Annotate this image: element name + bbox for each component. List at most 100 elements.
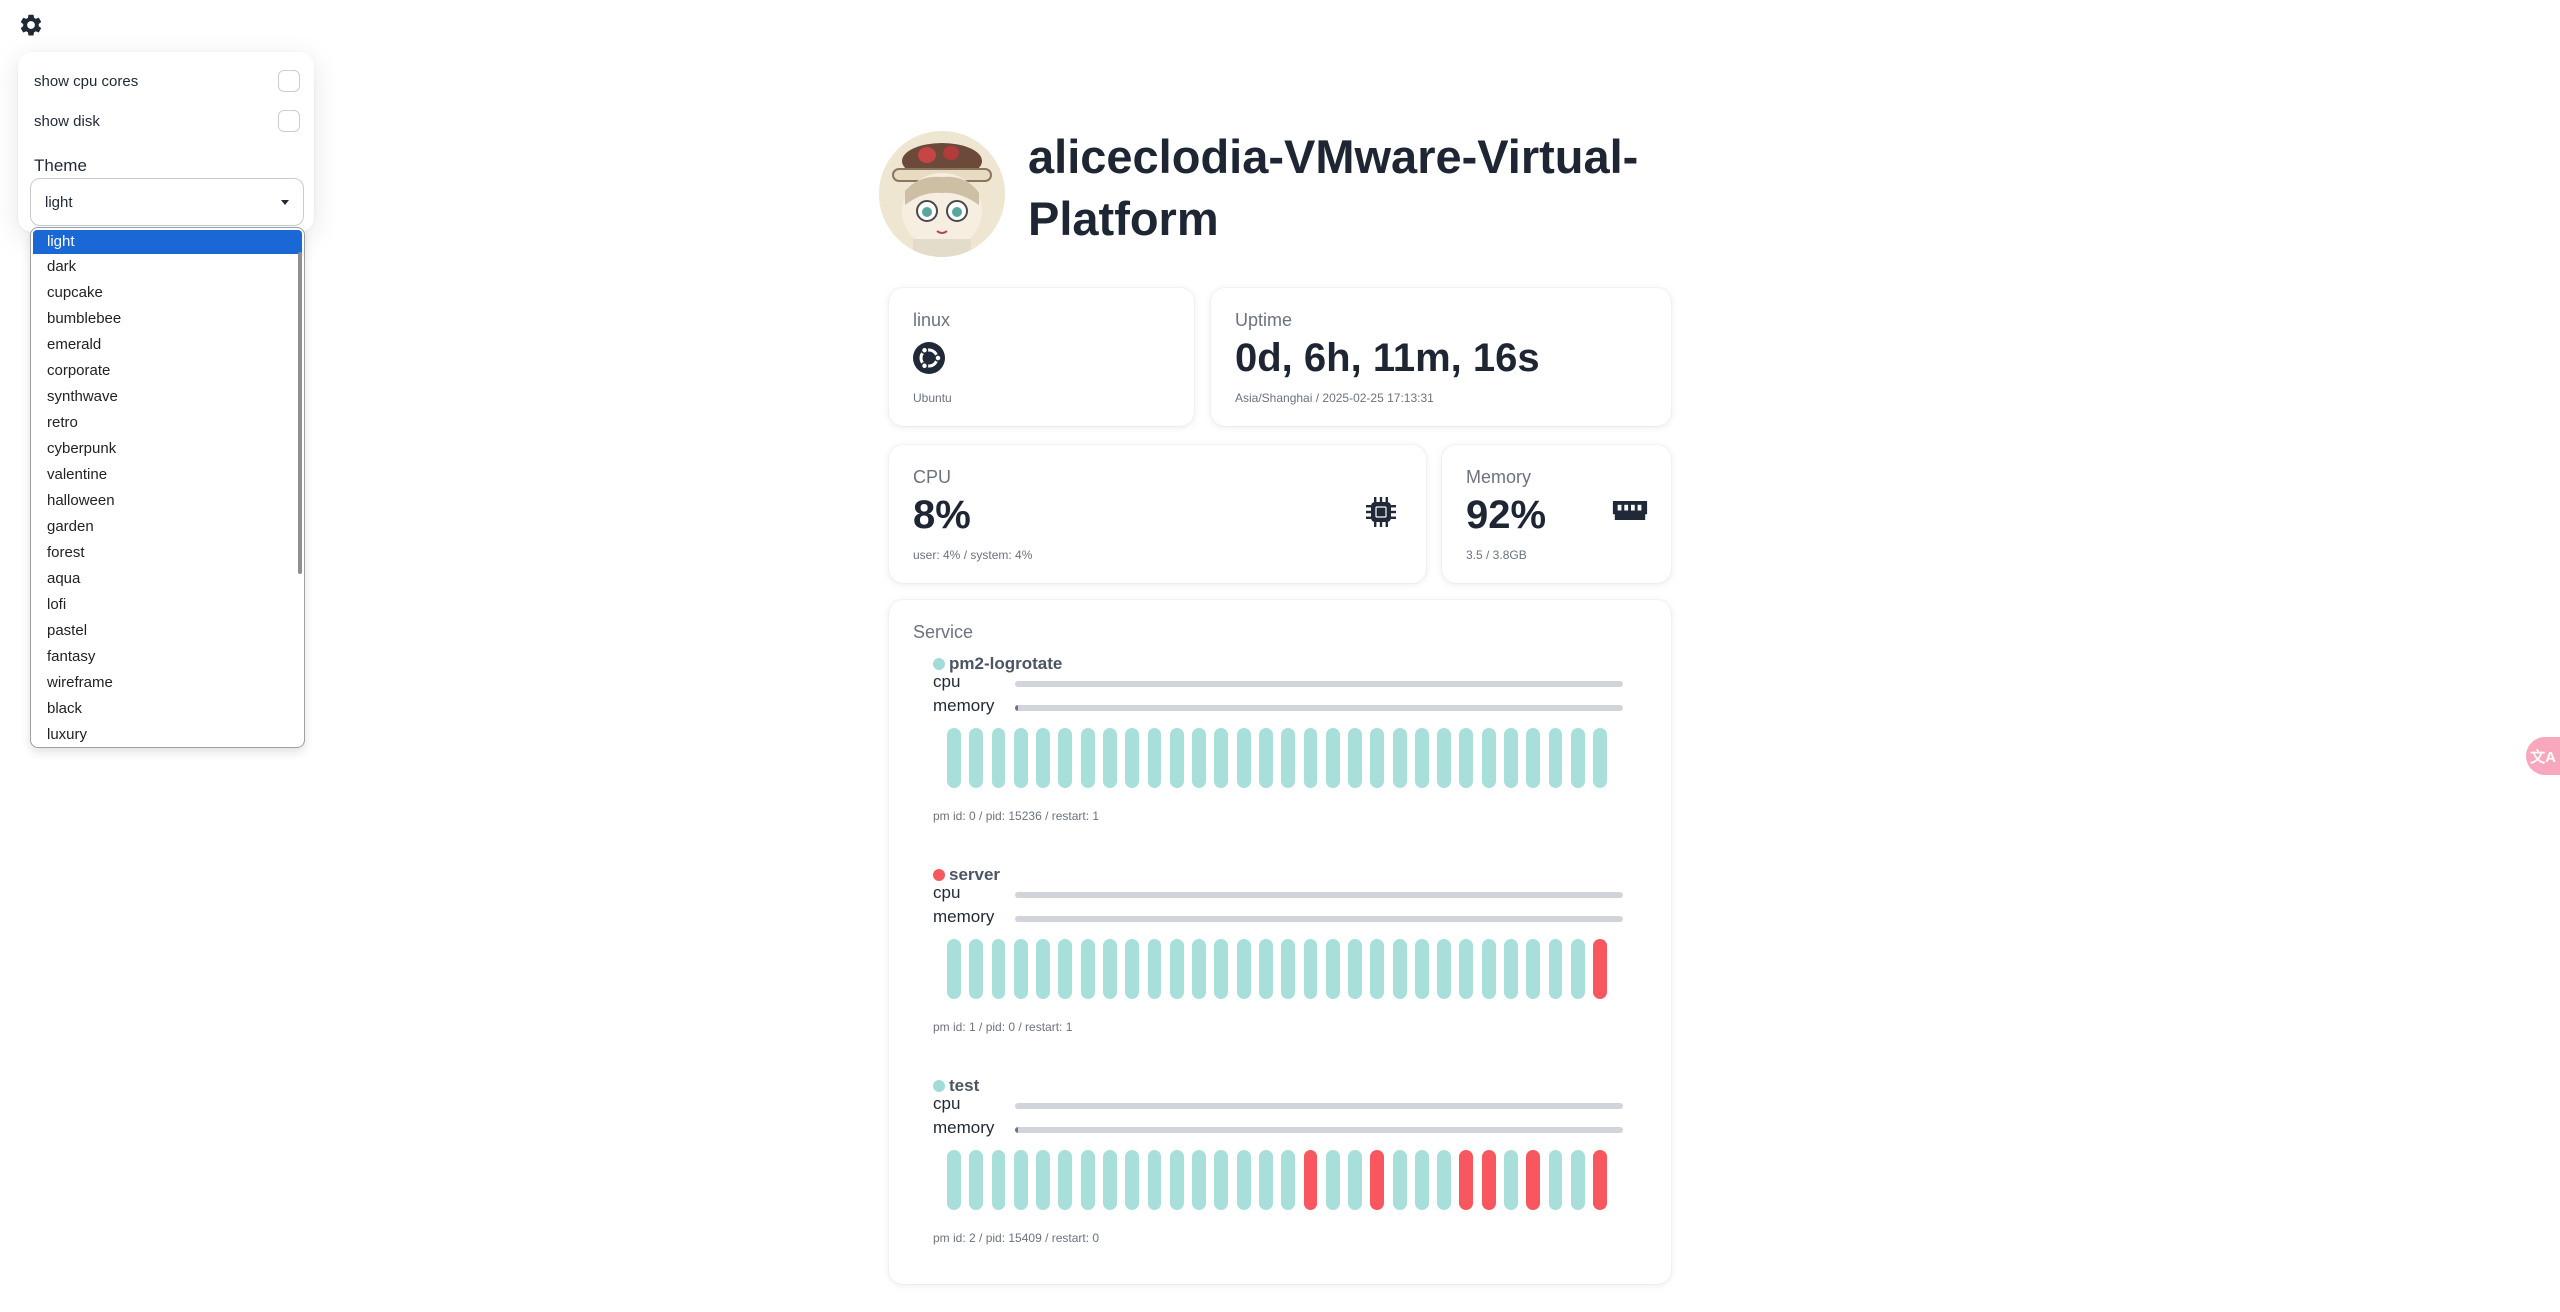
history-bar-up	[1236, 1150, 1251, 1210]
theme-option[interactable]: pastel	[31, 618, 304, 644]
cpu-value: 8%	[913, 493, 971, 537]
memory-usage-bar	[1015, 1127, 1623, 1133]
history-bar-up	[1102, 1150, 1117, 1210]
history-bar-up	[1169, 728, 1184, 788]
history-bar-up	[1080, 939, 1095, 999]
service-item: test cpu memory pm id: 2 / pid: 15409 / res…	[933, 1076, 1623, 1251]
settings-gear-button[interactable]	[18, 12, 44, 38]
service-name: test	[949, 1076, 980, 1095]
memory-usage-fill	[1015, 1127, 1019, 1133]
history-bar-up	[1481, 728, 1496, 788]
show-cpu-cores-checkbox[interactable]	[278, 70, 300, 92]
history-bar-up	[1325, 1150, 1340, 1210]
theme-option[interactable]: cupcake	[31, 280, 304, 306]
history-bar-up	[1236, 728, 1251, 788]
history-bar-up	[1414, 939, 1429, 999]
history-bar-up	[1437, 939, 1452, 999]
history-bar-up	[1080, 1150, 1095, 1210]
show-cpu-cores-row[interactable]: show cpu cores	[34, 68, 300, 94]
theme-option[interactable]: fantasy	[31, 644, 304, 670]
memory-card: Memory 92% 3.5 / 3.8GB	[1442, 445, 1671, 583]
history-bar-up	[1147, 728, 1162, 788]
history-bar-up	[1258, 1150, 1273, 1210]
history-bar-up	[1392, 1150, 1407, 1210]
history-bar-up	[1058, 939, 1073, 999]
uptime-value: 0d, 6h, 11m, 16s	[1235, 336, 1540, 380]
memory-label: Memory	[1466, 467, 1532, 487]
dropdown-scrollbar[interactable]	[298, 252, 302, 574]
show-disk-row[interactable]: show disk	[34, 108, 300, 134]
caret-down-icon	[281, 200, 289, 205]
history-bar-up	[1214, 939, 1229, 999]
cpu-usage-bar	[1015, 681, 1623, 687]
history-bar-up	[1548, 728, 1563, 788]
theme-select[interactable]: light	[30, 178, 304, 226]
service-card: Service pm2-logrotate cpu memory pm id: 0 /…	[889, 600, 1671, 1284]
cpu-metric-label: cpu	[933, 883, 961, 902]
theme-option[interactable]: luxury	[31, 722, 304, 747]
show-disk-checkbox[interactable]	[278, 110, 300, 132]
theme-dropdown-list[interactable]: light dark cupcake bumblebee emerald corporat…	[30, 227, 305, 748]
history-bar-up	[1437, 1150, 1452, 1210]
translate-button[interactable]: 文A	[2526, 737, 2560, 775]
theme-option[interactable]: halloween	[31, 488, 304, 514]
theme-option[interactable]: light	[33, 230, 302, 254]
theme-option[interactable]: black	[31, 696, 304, 722]
theme-option[interactable]: corporate	[31, 358, 304, 384]
os-name: Ubuntu	[913, 391, 952, 405]
memory-usage: 3.5 / 3.8GB	[1466, 548, 1527, 562]
theme-option[interactable]: synthwave	[31, 384, 304, 410]
history-bar-up	[1548, 1150, 1563, 1210]
history-bar-up	[1125, 728, 1140, 788]
theme-option[interactable]: garden	[31, 514, 304, 540]
history-bar-up	[1214, 1150, 1229, 1210]
service-header: pm2-logrotate	[933, 654, 1062, 674]
cpu-usage-bar	[1015, 892, 1623, 898]
service-name: pm2-logrotate	[949, 654, 1063, 673]
gear-icon	[20, 14, 42, 36]
theme-label: Theme	[34, 156, 87, 175]
history-bar-up	[1570, 939, 1585, 999]
history-bar-up	[1548, 939, 1563, 999]
history-bar-up	[1281, 939, 1296, 999]
theme-option[interactable]: forest	[31, 540, 304, 566]
theme-option[interactable]: aqua	[31, 566, 304, 592]
theme-option[interactable]: cyberpunk	[31, 436, 304, 462]
status-dot	[933, 1080, 945, 1092]
history-bar-up	[947, 1150, 961, 1210]
theme-option[interactable]: valentine	[31, 462, 304, 488]
history-bar-up	[1570, 1150, 1585, 1210]
history-bar-up	[991, 1150, 1006, 1210]
history-bar-up	[947, 939, 961, 999]
history-bar-down	[1593, 939, 1608, 999]
history-bar-up	[1147, 939, 1162, 999]
memory-usage-bar	[1015, 916, 1623, 922]
history-bar-up	[1414, 728, 1429, 788]
history-bar-up	[1370, 728, 1385, 788]
uptime-card: Uptime 0d, 6h, 11m, 16s Asia/Shanghai / …	[1211, 288, 1671, 426]
memory-metric-label: memory	[933, 907, 995, 926]
theme-option[interactable]: wireframe	[31, 670, 304, 696]
theme-option[interactable]: bumblebee	[31, 306, 304, 332]
history-bar-up	[1570, 728, 1585, 788]
history-bar-down	[1303, 1150, 1318, 1210]
history-bar-down	[1593, 1150, 1608, 1210]
show-cpu-cores-label: show cpu cores	[34, 72, 139, 90]
theme-option[interactable]: dark	[31, 254, 304, 280]
history-bar-up	[1169, 1150, 1184, 1210]
history-bar-up	[1102, 939, 1117, 999]
theme-option[interactable]: lofi	[31, 592, 304, 618]
memory-icon	[1612, 501, 1648, 520]
history-bar-up	[1102, 728, 1117, 788]
service-meta: pm id: 0 / pid: 15236 / restart: 1	[933, 809, 1100, 823]
history-bar-up	[1526, 728, 1541, 788]
avatar-illustration	[879, 131, 1005, 257]
status-dot	[933, 869, 945, 881]
theme-option[interactable]: retro	[31, 410, 304, 436]
theme-option[interactable]: emerald	[31, 332, 304, 358]
history-bar-down	[1370, 1150, 1385, 1210]
history-bar-up	[1080, 728, 1095, 788]
show-disk-label: show disk	[34, 112, 100, 130]
ubuntu-icon	[913, 342, 945, 374]
memory-metric-label: memory	[933, 696, 995, 715]
